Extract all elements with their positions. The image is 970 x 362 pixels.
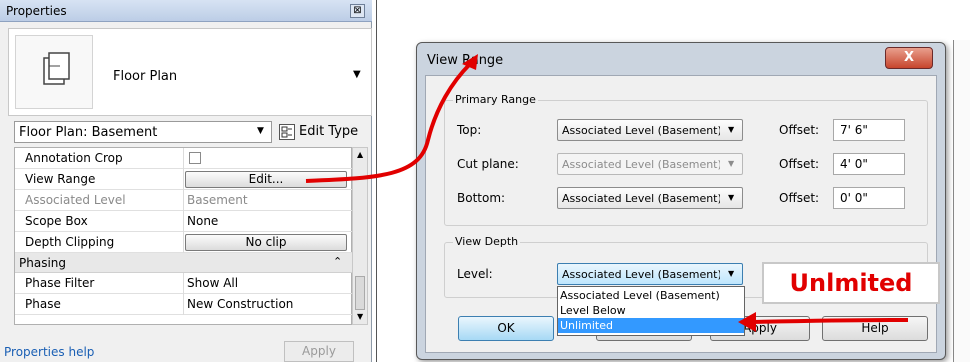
top-level-select[interactable]: Associated Level (Basement) ▼ — [557, 119, 743, 141]
cut-plane-offset-value: 4' 0" — [840, 157, 868, 171]
view-depth-level-value: Associated Level (Basement) — [562, 268, 720, 281]
primary-range-group: Primary Range Top: Associated Level (Bas… — [444, 93, 928, 226]
instance-selector[interactable]: Floor Plan: Basement ▼ — [14, 121, 272, 143]
property-row-phase: Phase New Construction — [15, 294, 353, 315]
property-row-associated-level: Associated Level Basement — [15, 190, 353, 211]
view-range-edit-button[interactable]: Edit... — [185, 171, 347, 188]
bottom-offset-value: 0' 0" — [840, 191, 868, 205]
primary-range-label: Primary Range — [453, 93, 538, 106]
property-label: View Range — [25, 172, 96, 186]
property-value: Basement — [187, 193, 248, 207]
scrollbar-thumb[interactable] — [355, 276, 365, 310]
property-label: Depth Clipping — [25, 235, 115, 249]
property-row-depth-clipping: Depth Clipping No clip — [15, 232, 353, 253]
instance-selector-value: Floor Plan: Basement — [19, 125, 158, 140]
property-row-annotation-crop: Annotation Crop — [15, 148, 353, 169]
ok-button[interactable]: OK — [458, 316, 554, 341]
type-name: Floor Plan — [113, 69, 178, 84]
offset-label: Offset: — [779, 191, 820, 205]
close-icon[interactable]: X — [885, 47, 933, 69]
scroll-down-icon[interactable]: ▼ — [357, 312, 363, 321]
bottom-level-value: Associated Level (Basement) — [562, 192, 720, 205]
property-label: Phase Filter — [25, 276, 95, 290]
edit-type-label: Edit Type — [299, 124, 359, 139]
close-icon[interactable]: ⊠ — [350, 4, 365, 18]
offset-label: Offset: — [779, 157, 820, 171]
top-offset-value: 7' 6" — [840, 123, 868, 137]
view-depth-level-dropdown[interactable]: Associated Level (Basement) Level Below … — [557, 286, 745, 336]
dropdown-option[interactable]: Level Below — [558, 303, 744, 318]
bottom-label: Bottom: — [457, 191, 506, 205]
properties-apply-button[interactable]: Apply — [284, 341, 354, 362]
properties-scrollbar[interactable]: ▲ ▼ — [352, 147, 368, 325]
chevron-down-icon[interactable]: ▼ — [257, 126, 264, 136]
property-row-view-range: View Range Edit... — [15, 169, 353, 190]
property-label: Scope Box — [25, 214, 88, 228]
bottom-level-select[interactable]: Associated Level (Basement) ▼ — [557, 187, 743, 209]
properties-palette: Properties ⊠ Floor Plan ▼ Floor Plan: Ba… — [0, 0, 372, 362]
cut-plane-level-select[interactable]: Associated Level (Basement) ▼ — [557, 153, 743, 175]
top-level-value: Associated Level (Basement) — [562, 124, 720, 137]
top-offset-input[interactable]: 7' 6" — [833, 119, 905, 141]
group-label: Phasing — [19, 256, 67, 270]
dropdown-option-selected[interactable]: Unlimited — [558, 318, 744, 333]
cut-plane-offset-input[interactable]: 4' 0" — [833, 153, 905, 175]
level-label: Level: — [457, 267, 493, 281]
properties-title: Properties — [6, 4, 67, 18]
property-label: Associated Level — [25, 193, 126, 207]
chevron-down-icon: ▼ — [728, 269, 735, 278]
view-depth-label: View Depth — [453, 235, 521, 248]
property-row-phase-filter: Phase Filter Show All — [15, 273, 353, 294]
annotation-crop-checkbox[interactable] — [189, 152, 201, 164]
properties-titlebar: Properties ⊠ — [0, 0, 372, 22]
edit-type-icon — [279, 124, 295, 140]
chevron-down-icon: ▼ — [728, 159, 735, 168]
property-label: Annotation Crop — [25, 151, 123, 165]
bottom-offset-input[interactable]: 0' 0" — [833, 187, 905, 209]
property-label: Phase — [25, 297, 61, 311]
top-label: Top: — [457, 123, 482, 137]
dropdown-option[interactable]: Associated Level (Basement) — [558, 288, 744, 303]
type-selector[interactable]: Floor Plan ▼ — [8, 28, 372, 116]
properties-help-link[interactable]: Properties help — [4, 345, 94, 359]
chevron-down-icon: ▼ — [728, 125, 735, 134]
edit-type-button[interactable]: Edit Type — [277, 121, 369, 143]
collapse-icon[interactable]: ⌃ — [333, 255, 342, 268]
dialog-title: View Range — [427, 53, 504, 68]
property-value[interactable]: New Construction — [187, 297, 293, 311]
annotation-callout: Unlmited — [762, 262, 940, 304]
properties-grid: Annotation Crop View Range Edit... Assoc… — [14, 147, 353, 325]
view-depth-level-select[interactable]: Associated Level (Basement) ▼ — [557, 263, 743, 285]
property-value[interactable]: Show All — [187, 276, 238, 290]
view-canvas-edge — [953, 40, 970, 362]
offset-label: Offset: — [779, 123, 820, 137]
cut-plane-label: Cut plane: — [457, 157, 519, 171]
property-row-scope-box: Scope Box None — [15, 211, 353, 232]
chevron-down-icon: ▼ — [728, 193, 735, 202]
depth-clipping-button[interactable]: No clip — [185, 234, 347, 251]
group-header-phasing[interactable]: Phasing ⌃ — [15, 253, 353, 273]
chevron-down-icon[interactable]: ▼ — [353, 69, 361, 80]
property-value[interactable]: None — [187, 214, 218, 228]
floor-plan-icon — [15, 35, 93, 109]
help-button[interactable]: Help — [822, 316, 928, 341]
scroll-up-icon[interactable]: ▲ — [357, 150, 363, 159]
cut-plane-level-value: Associated Level (Basement) — [562, 158, 720, 171]
